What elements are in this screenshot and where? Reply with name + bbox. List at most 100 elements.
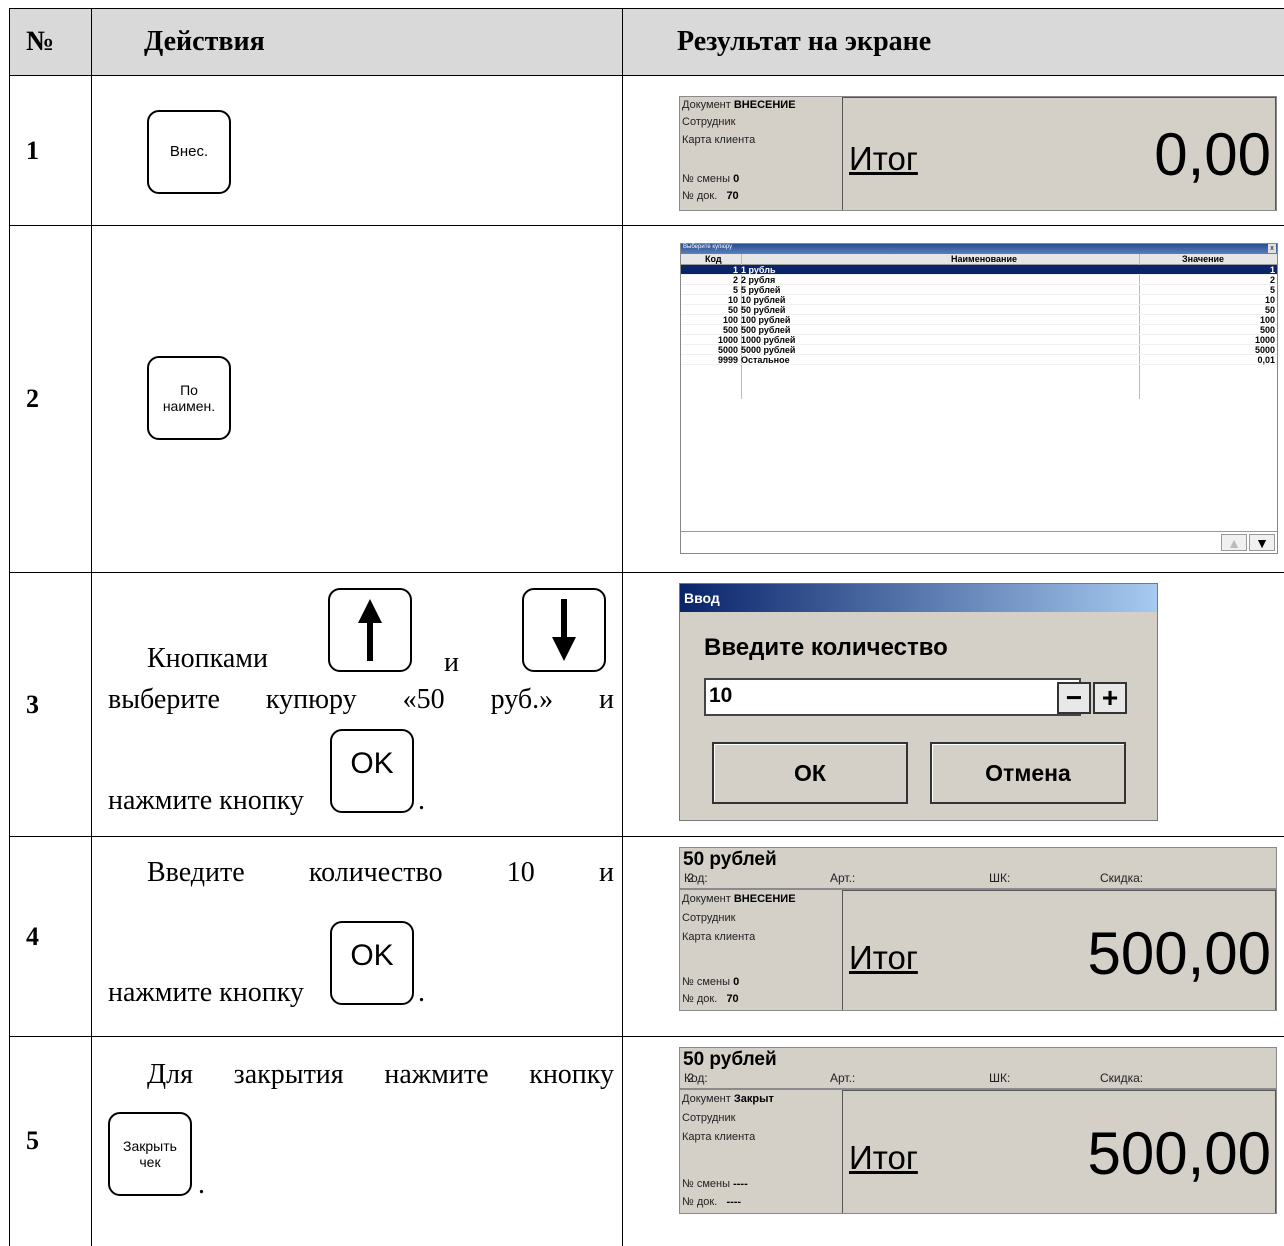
result-cell: Выберите купюруx Код Наименование Значен… xyxy=(623,226,1284,573)
item-code: 2 xyxy=(733,275,738,285)
step-text: нажмите кнопку xyxy=(108,977,304,1009)
arrow-up-icon xyxy=(355,597,385,663)
minus-button[interactable]: − xyxy=(1057,682,1091,714)
close-check-key[interactable]: Закрытьчек xyxy=(108,1112,192,1196)
pos-screen: Документ Закрыт Сотрудник Карта клиента … xyxy=(679,1089,1277,1214)
step-text: выберите купюру «50 руб.» и xyxy=(108,684,614,716)
item-fields: Код: 2 Арт.: ШК: Скидка: xyxy=(679,1069,1277,1089)
result-cell: Документ ВНЕСЕНИЕ Сотрудник Карта клиент… xyxy=(623,76,1284,226)
ok-key[interactable]: OK xyxy=(330,921,414,1005)
list-item[interactable]: 55 рублей5 xyxy=(681,285,1277,295)
list-item[interactable]: 5050 рублей50 xyxy=(681,305,1277,315)
pos-screen: Документ ВНЕСЕНИЕ Сотрудник Карта клиент… xyxy=(679,96,1277,211)
item-value: 0,01 xyxy=(1257,355,1275,365)
dialog-prompt: Введите количество xyxy=(704,634,948,662)
plus-button[interactable]: + xyxy=(1093,682,1127,714)
selector-titlebar: Выберите купюруx xyxy=(681,244,1277,254)
step-text: Кнопками xyxy=(147,643,268,675)
table-row: 2 Понаимен. Выберите купюруx Код Наимено… xyxy=(10,226,1284,573)
list-item[interactable]: 22 рубля2 xyxy=(681,275,1277,285)
header-result: Результат на экране xyxy=(623,9,1284,76)
up-arrow-key[interactable] xyxy=(328,588,412,672)
down-arrow-key[interactable] xyxy=(522,588,606,672)
item-value: 5000 xyxy=(1255,345,1275,355)
item-code: 9999 xyxy=(718,355,738,365)
item-code: 10 xyxy=(728,295,738,305)
total-label: Итог xyxy=(849,1139,918,1177)
total-amount: 500,00 xyxy=(1087,1119,1271,1188)
total-label: Итог xyxy=(849,140,918,178)
total-amount: 500,00 xyxy=(1087,919,1271,988)
scroll-up-icon[interactable]: ▲ xyxy=(1221,534,1247,551)
selector-list[interactable]: 11 рубль122 рубля255 рублей51010 рублей1… xyxy=(681,265,1277,365)
item-code: 5000 xyxy=(718,345,738,355)
item-code: 1000 xyxy=(718,335,738,345)
list-item[interactable]: 10001000 рублей1000 xyxy=(681,335,1277,345)
deposit-key[interactable]: Внес. xyxy=(147,110,231,194)
item-code: 100 xyxy=(723,315,738,325)
selector-footer: ▲ ▼ xyxy=(681,531,1277,553)
item-name: 5 рублей xyxy=(741,285,780,295)
total-box: Итог 0,00 xyxy=(842,97,1276,210)
item-value: 50 xyxy=(1265,305,1275,315)
list-item[interactable]: 11 рубль1 xyxy=(681,265,1277,275)
quantity-input[interactable]: 10 xyxy=(704,678,1081,716)
actions-cell: Кнопками и выберите купюру «50 руб.» и O… xyxy=(92,573,623,837)
step-text-dot: . xyxy=(198,1169,205,1201)
total-amount: 0,00 xyxy=(1154,120,1271,189)
pos-screen: Документ ВНЕСЕНИЕ Сотрудник Карта клиент… xyxy=(679,889,1277,1011)
item-name: 1000 рублей xyxy=(741,335,795,345)
cancel-button[interactable]: Отмена xyxy=(930,742,1126,804)
item-value: 500 xyxy=(1260,325,1275,335)
item-code: 500 xyxy=(723,325,738,335)
header-num: № xyxy=(10,9,92,76)
item-name: 100 рублей xyxy=(741,315,790,325)
list-item[interactable]: 50005000 рублей5000 xyxy=(681,345,1277,355)
item-fields: Код: 2 Арт.: ШК: Скидка: xyxy=(679,869,1277,889)
step-text: нажмите кнопку xyxy=(108,785,304,817)
item-value: 10 xyxy=(1265,295,1275,305)
actions-cell: Для закрытия нажмите кнопку Закрытьчек . xyxy=(92,1037,623,1246)
instruction-table: № Действия Результат на экране 1 Внес. Д… xyxy=(9,8,1284,1246)
row-number: 1 xyxy=(10,76,92,226)
list-item[interactable]: 9999Остальное0,01 xyxy=(681,355,1277,365)
item-name: 2 рубля xyxy=(741,275,775,285)
list-item[interactable]: 1010 рублей10 xyxy=(681,295,1277,305)
denomination-selector: Выберите купюруx Код Наименование Значен… xyxy=(680,243,1278,554)
row-number: 2 xyxy=(10,226,92,573)
actions-cell: Понаимен. xyxy=(92,226,623,573)
table-row: 3 Кнопками и выберите купюру «50 руб.» и… xyxy=(10,573,1284,837)
ok-key[interactable]: OK xyxy=(330,729,414,813)
actions-cell: Введите количество 10 и OK нажмите кнопк… xyxy=(92,837,623,1037)
list-item[interactable]: 500500 рублей500 xyxy=(681,325,1277,335)
item-value: 1 xyxy=(1270,265,1275,275)
ok-button[interactable]: ОК xyxy=(712,742,908,804)
item-code: 50 xyxy=(728,305,738,315)
step-text: Введите количество 10 и xyxy=(147,857,614,889)
by-name-key[interactable]: Понаимен. xyxy=(147,356,231,440)
doc-info: Документ Закрыт Сотрудник Карта клиента … xyxy=(680,1090,842,1213)
item-value: 100 xyxy=(1260,315,1275,325)
table-row: 1 Внес. Документ ВНЕСЕНИЕ Сотрудник Карт… xyxy=(10,76,1284,226)
doc-info: Документ ВНЕСЕНИЕ Сотрудник Карта клиент… xyxy=(680,97,842,210)
step-text-dot: . xyxy=(418,977,425,1009)
actions-cell: Внес. xyxy=(92,76,623,226)
list-item[interactable]: 100100 рублей100 xyxy=(681,315,1277,325)
arrow-down-icon xyxy=(549,597,579,663)
total-box: Итог 500,00 xyxy=(842,890,1276,1010)
step-text-dot: . xyxy=(418,785,425,817)
doc-info: Документ ВНЕСЕНИЕ Сотрудник Карта клиент… xyxy=(680,890,842,1010)
item-name: 10 рублей xyxy=(741,295,785,305)
row-number: 4 xyxy=(10,837,92,1037)
close-icon[interactable]: x xyxy=(1268,244,1276,253)
scroll-down-icon[interactable]: ▼ xyxy=(1249,534,1275,551)
quantity-dialog: Ввод Введите количество 10 − + ОК Отмена xyxy=(679,583,1158,821)
result-cell: 50 рублей Код: 2 Арт.: ШК: Скидка: Докум… xyxy=(623,1037,1284,1246)
item-name: 500 рублей xyxy=(741,325,790,335)
table-row: 4 Введите количество 10 и OK нажмите кно… xyxy=(10,837,1284,1037)
total-label: Итог xyxy=(849,939,918,977)
table-row: 5 Для закрытия нажмите кнопку Закрытьчек… xyxy=(10,1037,1284,1246)
selector-header: Код Наименование Значение xyxy=(681,254,1277,265)
row-number: 3 xyxy=(10,573,92,837)
item-name: 5000 рублей xyxy=(741,345,795,355)
